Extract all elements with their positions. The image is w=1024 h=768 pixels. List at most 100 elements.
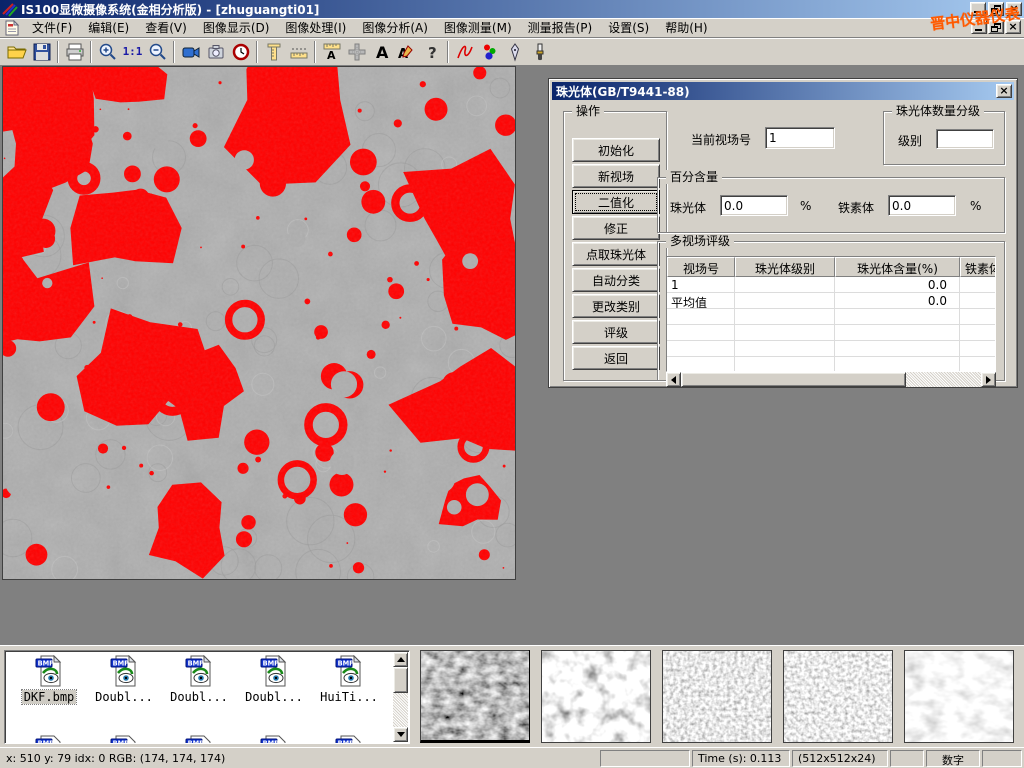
menu-settings[interactable]: 设置(S) (600, 17, 657, 38)
file-item-partial[interactable]: BMP (313, 735, 385, 744)
file-list-vscrollbar (393, 652, 408, 742)
help-icon: ? (422, 42, 442, 62)
ruler-text-icon: A (322, 42, 342, 62)
menu-image-display[interactable]: 图像显示(D) (195, 17, 278, 38)
caliper-button[interactable] (261, 40, 286, 64)
scroll-thumb[interactable] (393, 667, 408, 693)
file-item-partial[interactable]: BMP (163, 735, 235, 744)
edit-annotation-button[interactable]: A (394, 40, 419, 64)
scroll-down-button[interactable] (393, 727, 408, 742)
col-ferrite-content[interactable]: 铁素体含量(%) (960, 257, 996, 277)
file-item[interactable]: BMP DKF.bmp (13, 655, 85, 704)
thumbnail-2[interactable] (541, 650, 651, 743)
restore-button[interactable] (988, 2, 1004, 16)
rate-button[interactable]: 评级 (572, 320, 660, 344)
actual-size-button[interactable]: 1:1 (120, 40, 145, 64)
correct-button[interactable]: 修正 (572, 216, 660, 240)
table-row[interactable]: 1 0.0 (667, 277, 996, 293)
curve-measure-button[interactable] (452, 40, 477, 64)
ferrite-percent-input[interactable] (888, 195, 956, 216)
thumbnail-3[interactable] (662, 650, 772, 743)
col-pearlite-grade[interactable]: 珠光体级别 (735, 257, 835, 277)
menu-image-measure[interactable]: 图像测量(M) (436, 17, 520, 38)
merge-cross-button[interactable] (344, 40, 369, 64)
scroll-right-button[interactable] (981, 372, 996, 387)
text-annotation-button[interactable]: A (369, 40, 394, 64)
camera-capture-button[interactable] (203, 40, 228, 64)
return-button[interactable]: 返回 (572, 346, 660, 370)
file-item-partial[interactable]: BMP (13, 735, 85, 744)
menu-help[interactable]: 帮助(H) (657, 17, 715, 38)
change-class-button[interactable]: 更改类别 (572, 294, 660, 318)
menu-report[interactable]: 测量报告(P) (520, 17, 601, 38)
pearlite-label: 珠光体 (670, 199, 706, 216)
scroll-left-button[interactable] (666, 372, 681, 387)
scroll-track[interactable] (393, 693, 408, 727)
measure-label-button[interactable]: A (319, 40, 344, 64)
dialog-close-button[interactable]: × (996, 84, 1012, 98)
current-field-input[interactable] (765, 127, 835, 149)
auto-classify-button[interactable]: 自动分类 (572, 268, 660, 292)
table-row[interactable]: 平均值 0.0 (667, 293, 996, 309)
grade-group-label: 珠光体数量分级 (892, 104, 984, 118)
red-curve-icon (455, 42, 475, 62)
table-row-empty (667, 357, 996, 372)
mdi-restore-button[interactable] (988, 20, 1004, 34)
menu-file[interactable]: 文件(F) (24, 17, 80, 38)
operations-group: 操作 初始化 新视场 二值化 修正 点取珠光体 自动分类 更改类别 评级 返回 (563, 111, 667, 381)
col-pearlite-content[interactable]: 珠光体含量(%) (835, 257, 960, 277)
brush-button[interactable] (527, 40, 552, 64)
toolbar: 1:1 A A A ? (0, 38, 1024, 66)
title-bar: IS100显微摄像系统(金相分析版) - [zhuguangti01] × (0, 0, 1024, 18)
save-button[interactable] (29, 40, 54, 64)
menu-image-process[interactable]: 图像处理(I) (277, 17, 354, 38)
minimize-button[interactable] (970, 2, 986, 16)
open-folder-button[interactable] (4, 40, 29, 64)
phase-classify-button[interactable] (477, 40, 502, 64)
pick-pearlite-button[interactable]: 点取珠光体 (572, 242, 660, 266)
binarize-button[interactable]: 二值化 (572, 190, 660, 214)
file-item[interactable]: BMP Doubl... (163, 655, 235, 704)
pen-nib-icon (505, 42, 525, 62)
micrograph-image[interactable] (2, 66, 516, 580)
col-field-no[interactable]: 视场号 (667, 257, 735, 277)
menu-image-analysis[interactable]: 图像分析(A) (354, 17, 436, 38)
file-list[interactable]: BMP DKF.bmp BMP Doubl... (4, 650, 410, 744)
file-item-partial[interactable]: BMP (88, 735, 160, 744)
pen-button[interactable] (502, 40, 527, 64)
help-button[interactable]: ? (419, 40, 444, 64)
video-capture-button[interactable] (178, 40, 203, 64)
pearlite-percent-input[interactable] (720, 195, 788, 216)
cursor-position-readout: x: 510 y: 79 idx: 0 RGB: (174, 174, 174) (0, 752, 600, 765)
initialize-button[interactable]: 初始化 (572, 138, 660, 162)
scroll-track[interactable] (906, 372, 981, 387)
menu-view[interactable]: 查看(V) (137, 17, 195, 38)
document-icon[interactable] (4, 20, 20, 36)
file-item[interactable]: BMP HuiTi... (313, 655, 385, 704)
close-button[interactable]: × (1006, 2, 1022, 16)
level-input[interactable] (936, 129, 994, 149)
timer-button[interactable] (228, 40, 253, 64)
video-camera-icon (181, 42, 201, 62)
dialog-title-bar[interactable]: 珠光体(GB/T9441-88) × (552, 82, 1014, 100)
bmp-file-icon: BMP (184, 735, 214, 744)
zoom-out-icon (148, 42, 168, 62)
print-button[interactable] (62, 40, 87, 64)
new-field-button[interactable]: 新视场 (572, 164, 660, 188)
file-item[interactable]: BMP Doubl... (238, 655, 310, 704)
thumbnail-1[interactable] (420, 650, 530, 743)
ruler-button[interactable] (286, 40, 311, 64)
file-item-partial[interactable]: BMP (238, 735, 310, 744)
svg-text:BMP: BMP (38, 660, 55, 668)
mdi-minimize-button[interactable] (971, 20, 987, 34)
menu-edit[interactable]: 编辑(E) (80, 17, 137, 38)
zoom-in-button[interactable] (95, 40, 120, 64)
thumbnail-5[interactable] (904, 650, 1014, 743)
scroll-up-button[interactable] (393, 652, 408, 667)
thumbnail-4[interactable] (783, 650, 893, 743)
file-item[interactable]: BMP Doubl... (88, 655, 160, 704)
zoom-out-button[interactable] (145, 40, 170, 64)
mdi-close-button[interactable]: × (1005, 20, 1021, 34)
window-title: IS100显微摄像系统(金相分析版) - [zhuguangti01] (21, 1, 319, 18)
scroll-thumb[interactable] (681, 372, 906, 387)
